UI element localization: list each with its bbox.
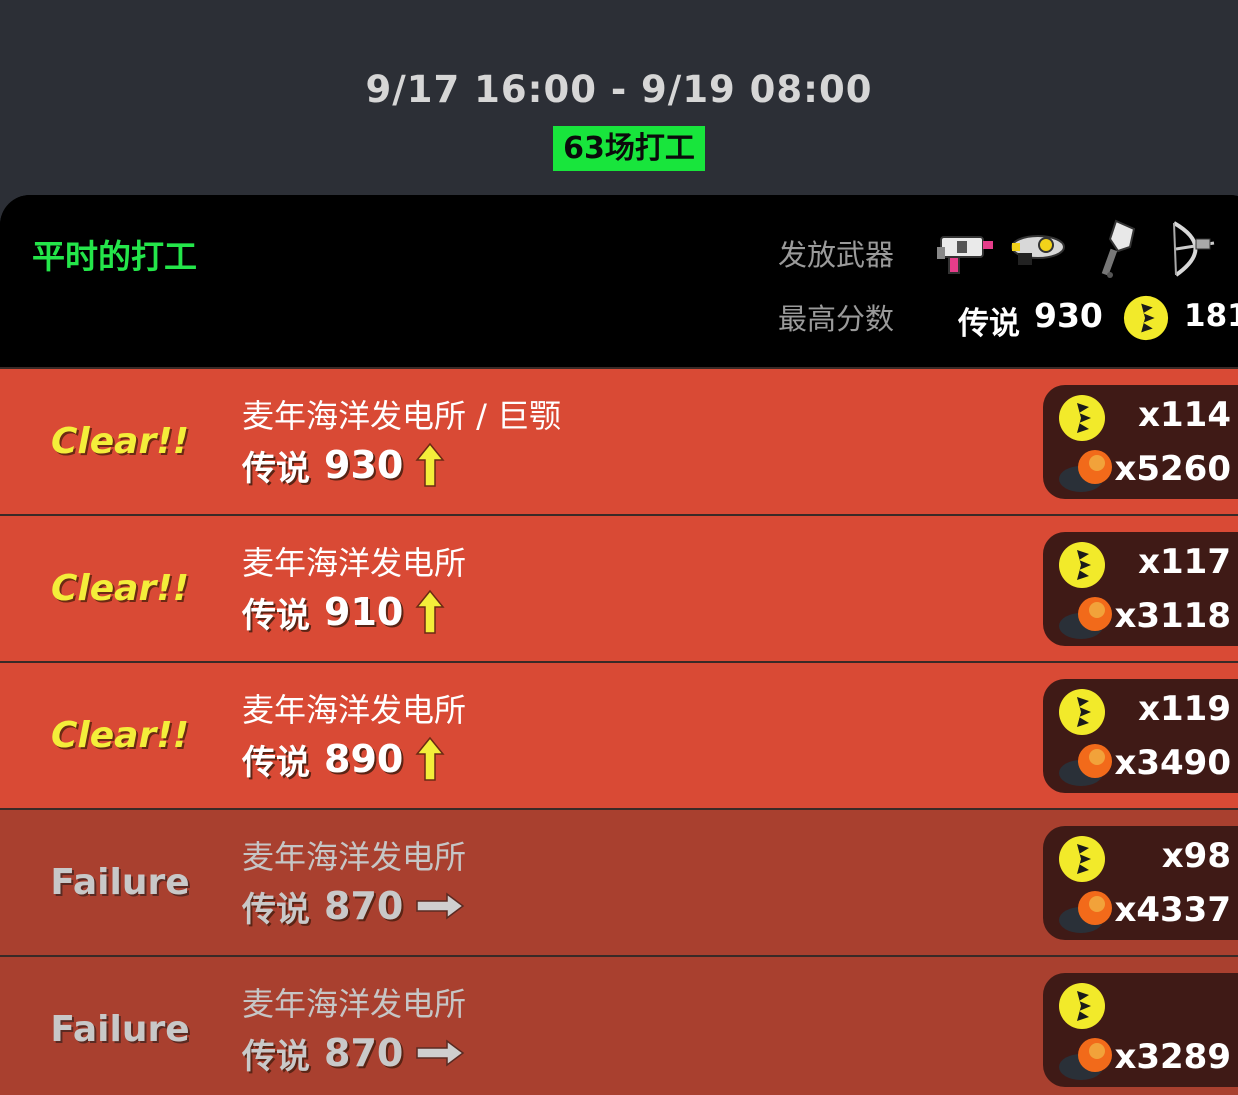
- power-egg-icon: [1059, 891, 1112, 933]
- rank-up-arrow-icon: [415, 736, 445, 781]
- rank-line: 传说 930: [242, 441, 445, 489]
- stage-name: 麦年海洋发电所: [242, 985, 467, 1023]
- rank-label: 传说: [242, 448, 310, 489]
- shift-row[interactable]: Clear!! 麦年海洋发电所 传说 910 x117 x3118: [0, 514, 1238, 661]
- power-egg-count: x5260: [1114, 449, 1231, 489]
- shift-row[interactable]: Clear!! 麦年海洋发电所 传说 890 x119 x3490: [0, 661, 1238, 808]
- rank-up-arrow-icon: [415, 442, 445, 487]
- egg-counts: x117 x3118: [1043, 532, 1238, 646]
- shift-panel: 平时的打工 发放武器 最高分数 传说 930 181 Clear!! 麦年海洋发…: [0, 195, 1238, 1095]
- rank-up-arrow-icon: [415, 589, 445, 634]
- shift-count-badge: 63场打工: [553, 126, 705, 171]
- golden-egg-icon: [1059, 395, 1105, 441]
- rank-flat-arrow-icon: [416, 1039, 465, 1067]
- best-rank: 传说: [958, 306, 1020, 342]
- best-score-label: 最高分数: [778, 302, 895, 336]
- stage-name: 麦年海洋发电所: [242, 544, 467, 582]
- rank-label: 传说: [242, 889, 310, 930]
- brush-weapon-icon: [1101, 219, 1136, 278]
- stage-name: 麦年海洋发电所: [242, 691, 467, 729]
- egg-counts: x119 x3490: [1043, 679, 1238, 793]
- rank-line: 传说 910: [242, 588, 445, 636]
- blaster-weapon-icon: [1011, 235, 1065, 265]
- shift-result: Failure: [50, 862, 190, 903]
- rank-score: 930: [324, 443, 404, 487]
- power-egg-icon: [1059, 744, 1112, 786]
- mode-title: 平时的打工: [32, 237, 197, 276]
- golden-egg-icon: [1059, 689, 1105, 735]
- bow-weapon-icon: [1173, 221, 1215, 277]
- rank-label: 传说: [242, 742, 310, 783]
- egg-counts: x114 x5260: [1043, 385, 1238, 499]
- shift-result: Clear!!: [50, 715, 190, 756]
- rank-score: 890: [324, 737, 404, 781]
- rank-label: 传说: [242, 595, 310, 636]
- rank-line: 传说 870: [242, 882, 465, 930]
- splattershot-weapon-icon: [937, 236, 993, 274]
- golden-egg-count: x119: [1138, 689, 1231, 729]
- best-score: 930: [1034, 296, 1103, 335]
- shift-row[interactable]: Clear!! 麦年海洋发电所 / 巨颚 传说 930 x114 x5260: [0, 367, 1238, 514]
- stage-name: 麦年海洋发电所: [242, 838, 467, 876]
- golden-egg-count: x117: [1138, 542, 1231, 582]
- rank-flat-arrow-icon: [416, 892, 465, 920]
- weapons-label: 发放武器: [778, 238, 895, 272]
- rank-score: 870: [324, 1031, 404, 1075]
- rank-label: 传说: [242, 1036, 310, 1077]
- golden-egg-count: x98: [1161, 836, 1231, 876]
- shift-row[interactable]: Failure 麦年海洋发电所 传说 870 x3289: [0, 955, 1238, 1095]
- golden-egg-icon: [1059, 983, 1105, 1029]
- stage-name: 麦年海洋发电所 / 巨颚: [242, 397, 562, 435]
- shift-result: Clear!!: [50, 421, 190, 462]
- power-egg-count: x4337: [1114, 890, 1231, 930]
- power-egg-count: x3490: [1114, 743, 1231, 783]
- egg-counts: x98 x4337: [1043, 826, 1238, 940]
- golden-egg-icon: [1123, 295, 1169, 341]
- golden-egg-icon: [1059, 836, 1105, 882]
- power-egg-count: x3118: [1114, 596, 1231, 636]
- golden-egg-icon: [1059, 542, 1105, 588]
- power-egg-icon: [1059, 597, 1112, 639]
- rank-line: 传说 890: [242, 735, 445, 783]
- rank-score: 870: [324, 884, 404, 928]
- golden-egg-count: x114: [1138, 395, 1231, 435]
- egg-counts: x3289: [1043, 973, 1238, 1087]
- power-egg-icon: [1059, 1038, 1112, 1080]
- best-golden-eggs: 181: [1184, 298, 1238, 334]
- rank-line: 传说 870: [242, 1029, 465, 1077]
- date-range: 9/17 16:00 - 9/19 08:00: [365, 68, 873, 111]
- rank-score: 910: [324, 590, 404, 634]
- schedule-summary[interactable]: 平时的打工 发放武器 最高分数 传说 930 181: [0, 195, 1238, 367]
- power-egg-count: x3289: [1114, 1037, 1231, 1077]
- shift-row[interactable]: Failure 麦年海洋发电所 传说 870 x98 x4337: [0, 808, 1238, 955]
- power-egg-icon: [1059, 450, 1112, 492]
- schedule-header: 9/17 16:00 - 9/19 08:00 63场打工: [0, 0, 1238, 195]
- shift-result: Clear!!: [50, 568, 190, 609]
- shift-result: Failure: [50, 1009, 190, 1050]
